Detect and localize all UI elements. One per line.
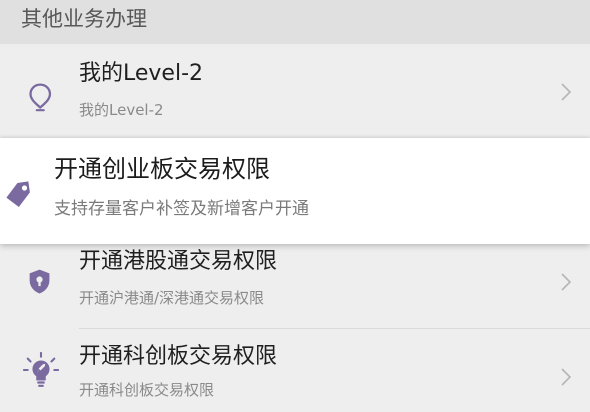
list-item-hk-connect[interactable]: 开通港股通交易权限 开通沪港通/深港通交易权限 (0, 244, 590, 328)
item-title: 开通港股通交易权限 (79, 249, 278, 274)
item-subtitle: 开通沪港通/深港通交易权限 (79, 289, 265, 307)
item-subtitle: 我的Level-2 (79, 101, 164, 119)
chevron-right-icon (561, 83, 572, 101)
item-title: 我的Level-2 (79, 61, 204, 86)
chevron-right-icon (561, 368, 572, 386)
item-title: 开通创业板交易权限 (54, 155, 270, 183)
item-title: 开通科创板交易权限 (79, 344, 278, 369)
shield-icon (29, 269, 50, 294)
chevron-right-icon (561, 273, 572, 291)
location-pin-icon (29, 83, 52, 112)
tag-icon (6, 181, 30, 208)
item-subtitle: 开通科创板交易权限 (79, 381, 215, 399)
list-item-chinext[interactable]: 开通创业板交易权限 支持存量客户补签及新增客户开通 (0, 138, 590, 244)
item-subtitle: 支持存量客户补签及新增客户开通 (54, 199, 309, 219)
list-item-level2[interactable]: 我的Level-2 我的Level-2 (0, 46, 590, 138)
section-header: 其他业务办理 (0, 0, 590, 44)
list-item-star-market[interactable]: 开通科创板交易权限 开通科创板交易权限 (0, 329, 590, 412)
lightbulb-icon (22, 351, 60, 387)
section-title: 其他业务办理 (21, 7, 147, 31)
